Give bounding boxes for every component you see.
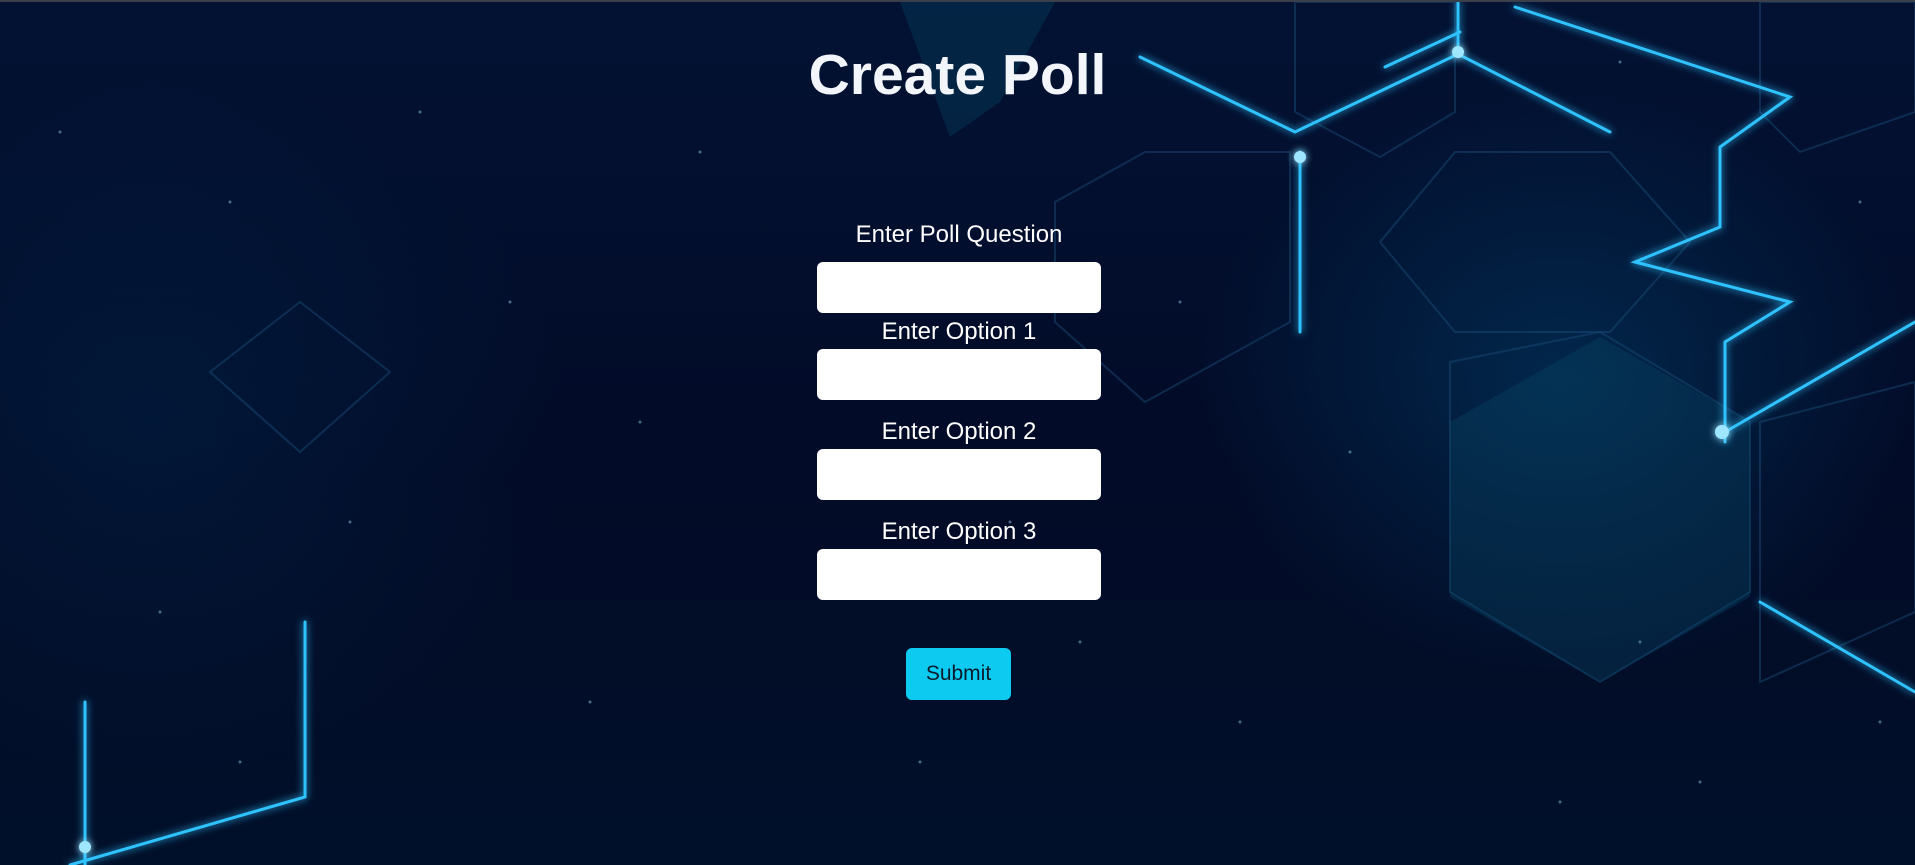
option-2-input[interactable] [817,449,1101,500]
poll-question-input[interactable] [817,262,1101,313]
option-3-input[interactable] [817,549,1101,600]
option-3-group: Enter Option 3 [817,515,1101,615]
submit-button[interactable]: Submit [906,648,1011,700]
poll-question-group: Enter Poll Question [817,215,1101,315]
option-1-label: Enter Option 1 [881,318,1037,345]
option-1-input[interactable] [817,349,1101,400]
option-3-label: Enter Option 3 [881,518,1037,545]
poll-question-label: Enter Poll Question [855,221,1063,248]
option-2-label: Enter Option 2 [881,418,1037,445]
option-1-group: Enter Option 1 [817,315,1101,415]
page-title: Create Poll [808,43,1107,107]
option-2-group: Enter Option 2 [817,415,1101,515]
create-poll-form: Enter Poll Question Enter Option 1 Enter… [817,215,1101,615]
